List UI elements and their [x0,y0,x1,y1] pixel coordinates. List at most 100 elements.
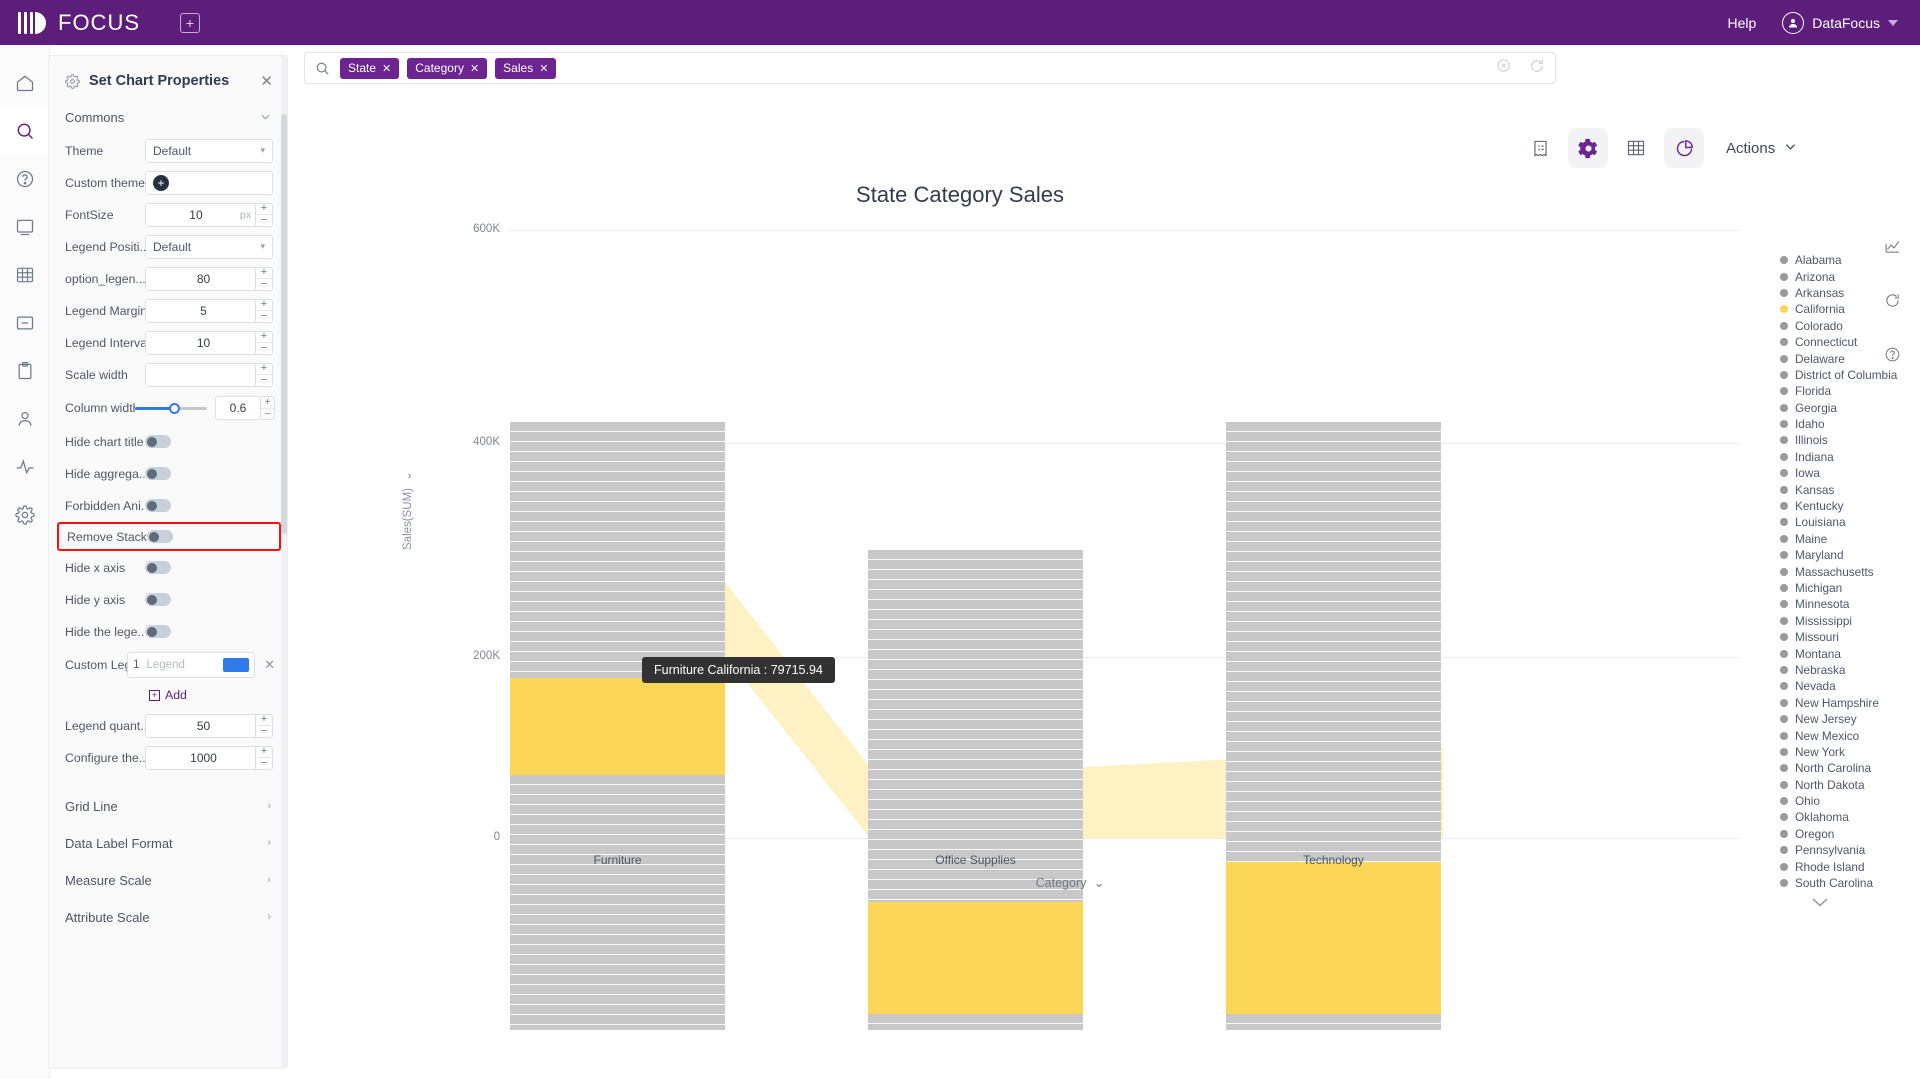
bar-office-supplies[interactable] [868,422,1083,1030]
bar-segment-california[interactable] [868,902,1083,1014]
brand-logo-group[interactable]: FOCUS [18,10,140,36]
actions-menu[interactable]: Actions [1726,140,1797,157]
legend-item[interactable]: Georgia [1780,400,1920,416]
sidebar-item-home[interactable] [0,59,50,107]
legend-item[interactable]: Pennsylvania [1780,842,1920,858]
legend-item[interactable]: Illinois [1780,432,1920,448]
pie-chart-icon[interactable] [1664,128,1704,168]
stepper-down-icon[interactable]: − [256,311,272,323]
plus-square-icon[interactable]: + [180,12,200,33]
legend-item[interactable]: Idaho [1780,416,1920,432]
configure-the-input[interactable]: 1000 + − [145,745,273,770]
scale-width-stepper[interactable]: + − [255,362,272,387]
section-commons[interactable]: Commons [49,102,287,135]
stepper-up-icon[interactable]: + [256,713,272,726]
scale-width-input[interactable]: + − [145,362,273,387]
receipt-icon[interactable] [1520,128,1560,168]
close-icon[interactable]: ✕ [470,62,479,75]
sidebar-item-minus-box[interactable] [0,299,50,347]
stepper-down-icon[interactable]: − [261,409,274,420]
legend-item[interactable]: Colorado [1780,318,1920,334]
custom-legend-color-swatch[interactable] [223,658,250,672]
legend-item[interactable]: District of Columbia [1780,367,1920,383]
filter-chip-state[interactable]: State ✕ [340,57,400,79]
legend-item[interactable]: Nebraska [1780,662,1920,678]
legend-item[interactable]: Oregon [1780,826,1920,842]
custom-legend-entry[interactable]: 1 Legend [127,652,256,678]
filter-chip-category[interactable]: Category ✕ [407,57,488,79]
hide-y-axis-toggle[interactable] [145,593,171,606]
stepper-down-icon[interactable]: − [256,758,272,770]
legend-interval-input[interactable]: 10 + − [145,330,273,355]
legend-margin-input[interactable]: 5 + − [145,298,273,323]
sidebar-item-table[interactable] [0,251,50,299]
hide-x-axis-toggle[interactable] [145,561,171,574]
legend-item[interactable]: Rhode Island [1780,858,1920,874]
legend-item[interactable]: Maine [1780,531,1920,547]
stepper-down-icon[interactable]: − [256,279,272,291]
legend-item[interactable]: North Dakota [1780,777,1920,793]
legend-quantity-stepper[interactable]: + − [255,713,272,738]
legend-item[interactable]: New Jersey [1780,711,1920,727]
stepper-down-icon[interactable]: − [256,215,272,227]
section-measure-scale[interactable]: Measure Scale › [49,863,287,897]
filter-chip-sales[interactable]: Sales ✕ [495,57,557,79]
close-icon[interactable]: ✕ [260,72,273,90]
forbidden-animation-toggle[interactable] [145,499,171,512]
bar-technology[interactable] [1226,422,1441,1030]
legend-item[interactable]: Massachusetts [1780,563,1920,579]
legend-item[interactable]: Kansas [1780,481,1920,497]
legend-item[interactable]: Minnesota [1780,596,1920,612]
hide-aggregation-toggle[interactable] [145,467,171,480]
hide-legend-toggle[interactable] [145,625,171,638]
option-legend-input[interactable]: 80 + − [145,266,273,291]
legend-item[interactable]: Ohio [1780,793,1920,809]
column-width-value[interactable]: 0.6 [215,396,261,420]
custom-legend-remove-icon[interactable]: ✕ [264,657,275,673]
stepper-down-icon[interactable]: − [256,343,272,355]
legend-item-california[interactable]: California [1780,301,1920,317]
help-link[interactable]: Help [1728,15,1757,31]
legend-item[interactable]: Missouri [1780,629,1920,645]
close-icon[interactable]: ✕ [539,62,548,75]
legend-item[interactable]: Alabama [1780,252,1920,268]
close-icon[interactable]: ✕ [382,62,391,75]
legend-item[interactable]: Mississippi [1780,613,1920,629]
legend-item[interactable]: Kentucky [1780,498,1920,514]
legend-item[interactable]: Delaware [1780,350,1920,366]
legend-quantity-input[interactable]: 50 + − [145,713,273,738]
refresh-icon[interactable] [1529,58,1545,79]
stepper-up-icon[interactable]: + [256,330,272,343]
sidebar-item-user[interactable] [0,395,50,443]
column-width-stepper[interactable]: + − [261,396,275,420]
sidebar-item-search[interactable] [0,107,50,155]
legend-item[interactable]: South Carolina [1780,875,1920,891]
stepper-up-icon[interactable]: + [256,745,272,758]
bar-furniture[interactable] [510,422,725,1030]
legend-item[interactable]: Nevada [1780,678,1920,694]
legend-item[interactable]: North Carolina [1780,760,1920,776]
section-attribute-scale[interactable]: Attribute Scale › [49,900,287,934]
legend-item[interactable]: Iowa [1780,465,1920,481]
add-legend-button[interactable]: + Add [149,688,187,702]
legend-item[interactable]: New Mexico [1780,727,1920,743]
gear-icon[interactable] [1568,128,1608,168]
remove-stack-toggle[interactable] [147,530,173,543]
legend-item[interactable]: Louisiana [1780,514,1920,530]
legend-expand-chevron-down-icon[interactable] [1780,895,1860,913]
panel-scrollbar-thumb[interactable] [281,114,287,534]
legend-item[interactable]: Arkansas [1780,285,1920,301]
x-axis-label[interactable]: Category ⌄ [410,875,1730,890]
slider-knob[interactable] [169,402,180,414]
stepper-up-icon[interactable]: + [256,362,272,375]
legend-item[interactable]: New York [1780,744,1920,760]
table-icon[interactable] [1616,128,1656,168]
legend-item[interactable]: New Hampshire [1780,695,1920,711]
legend-interval-stepper[interactable]: + − [255,330,272,355]
bar-segment-california[interactable] [510,678,725,775]
legend-item[interactable]: Montana [1780,645,1920,661]
column-width-slider[interactable] [135,402,207,414]
legend-item[interactable]: Arizona [1780,268,1920,284]
legend-item[interactable]: Connecticut [1780,334,1920,350]
stepper-down-icon[interactable]: − [256,375,272,387]
